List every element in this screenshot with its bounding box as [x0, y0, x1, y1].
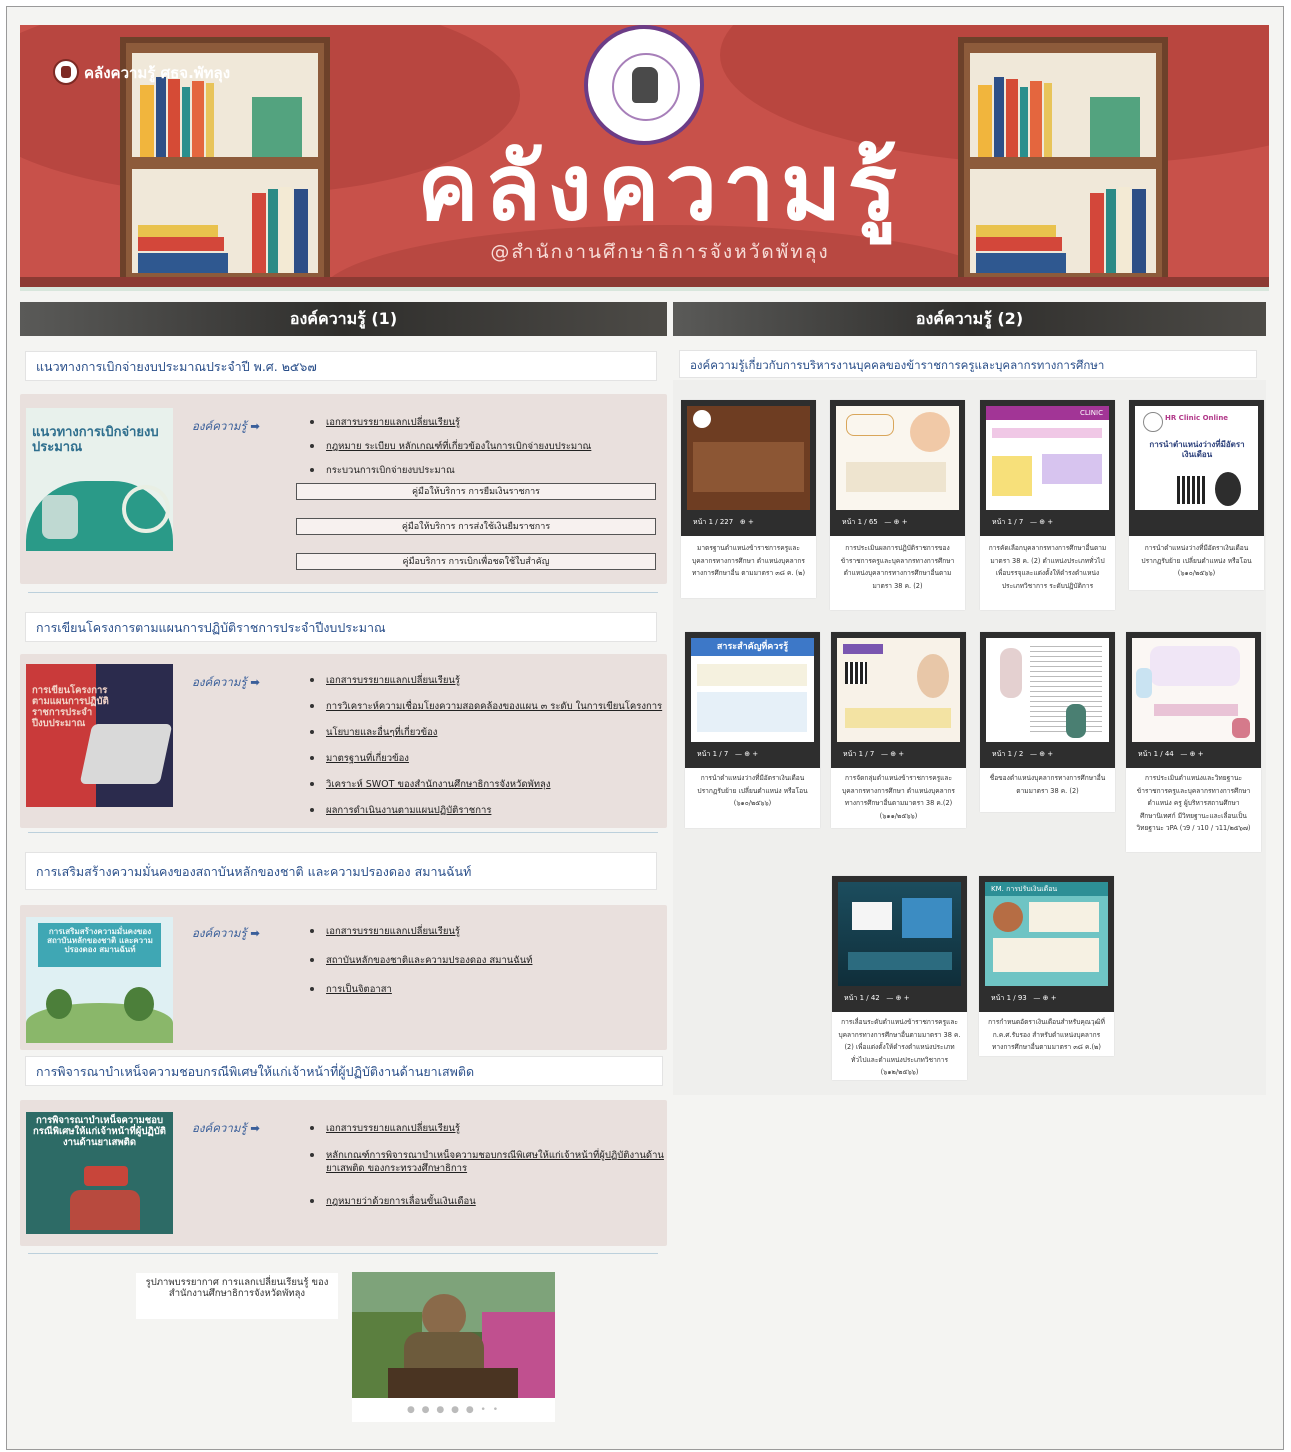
link-institutions-slides[interactable]: เอกสารบรรยายแลกเปลี่ยนเรียนรู้ — [310, 925, 533, 938]
manual-receipt-button[interactable]: คู่มือบริการ การเบิกเพื่อชดใช้ใบสำคัญ — [296, 553, 656, 570]
left-section-header: องค์ความรู้ (1) — [20, 302, 667, 336]
link-drugs-criteria[interactable]: หลักเกณฑ์การพิจารณาบำเหน็จความชอบกรณีพิเ… — [310, 1149, 666, 1175]
topic-panel-drugs: การพิจารณาบำเหน็จความชอบกรณีพิเศษให้แก่เ… — [20, 1100, 667, 1246]
pdf-page-indicator: หน้า 1 / 7 — ⊕ + — [697, 750, 759, 758]
document-card[interactable]: หน้า 1 / 227 ⊕ + มาตรฐานตำแหน่งข้าราชการ… — [681, 400, 816, 598]
budget-thumbnail[interactable]: แนวทางการเบิกจ่ายงบประมาณ — [26, 408, 173, 551]
ministry-seal-icon — [584, 25, 704, 145]
topic-title-budget: แนวทางการเบิกจ่ายงบประมาณประจำปี พ.ศ. ๒๕… — [25, 351, 657, 381]
document-card[interactable]: หน้า 1 / 2 — ⊕ + ชื่อของตำแหน่งบุคลากรทา… — [980, 632, 1115, 812]
divider — [28, 832, 658, 833]
topic-panel-budget: แนวทางการเบิกจ่ายงบประมาณ องค์ความรู้ ➡ … — [20, 394, 667, 584]
link-salary-law[interactable]: กฎหมายว่าด้วยการเลื่อนขั้นเงินเดือน — [310, 1195, 666, 1208]
institutions-thumbnail[interactable]: การเสริมสร้างความมั่นคงของสถาบันหลักของช… — [26, 917, 173, 1043]
card-caption: การนำตำแหน่งว่างที่มีอัตราเงินเดือนปรากฏ… — [697, 774, 808, 807]
right-topic-title: องค์ความรู้เกี่ยวกับการบริหารงานบุคคลของ… — [679, 350, 1257, 378]
banner-title: คลังความรู้ — [417, 134, 903, 241]
card-caption: มาตรฐานตำแหน่งข้าราชการครูและบุคลากรทางก… — [691, 544, 806, 577]
card-caption: การเลื่อนระดับตำแหน่งข้าราชการครูและบุคล… — [838, 1018, 961, 1076]
document-card[interactable]: KM. การปรับเงินเดือน หน้า 1 / 93 — ⊕ + ก… — [979, 876, 1114, 1056]
header-banner: คลังความรู้ ศธจ.พัทลุง คลังความรู้ @สำนั… — [20, 25, 1269, 287]
link-budget-regulations[interactable]: กฎหมาย ระเบียบ หลักเกณฑ์ที่เกี่ยวข้องในก… — [310, 440, 591, 453]
document-card[interactable]: หน้า 1 / 44 — ⊕ + การประเมินตำแหน่งและวิ… — [1126, 632, 1261, 852]
right-section-header: องค์ความรู้ (2) — [673, 302, 1266, 336]
pdf-page-indicator: หน้า 1 / 2 — ⊕ + — [992, 750, 1054, 758]
card-caption: การนำตำแหน่งว่างที่มีอัตราเงินเดือนปรากฏ… — [1141, 544, 1252, 577]
project-link-list: เอกสารบรรยายแลกเปลี่ยนเรียนรู้ การวิเครา… — [310, 674, 662, 817]
pdf-page-indicator: หน้า 1 / 7 — ⊕ + — [843, 750, 905, 758]
institutions-link-list: เอกสารบรรยายแลกเปลี่ยนเรียนรู้ สถาบันหลั… — [310, 925, 533, 996]
pdf-page-indicator: หน้า 1 / 93 — ⊕ + — [991, 994, 1057, 1002]
site-logo-icon[interactable] — [53, 59, 79, 85]
link-budget-slides[interactable]: เอกสารบรรยายแลกเปลี่ยนเรียนรู้ — [310, 416, 591, 429]
km-label: องค์ความรู้ ➡ — [192, 419, 260, 433]
card-caption: การคัดเลือกบุคลากรทางการศึกษาอื่นตามมาตร… — [988, 544, 1107, 590]
link-project-policy[interactable]: นโยบายและอื่นๆที่เกี่ยวข้อง — [310, 726, 662, 739]
km-label: องค์ความรู้ ➡ — [192, 675, 260, 689]
site-name-link[interactable]: คลังความรู้ ศธจ.พัทลุง — [84, 61, 230, 85]
topic-panel-institutions: การเสริมสร้างความมั่นคงของสถาบันหลักของช… — [20, 905, 667, 1050]
card-caption: การประเมินผลการปฏิบัติราชการของข้าราชการ… — [840, 544, 955, 590]
document-card[interactable]: HR Clinic Online การนำตำแหน่งว่างที่มีอั… — [1129, 400, 1264, 590]
card-caption: การจัดกลุ่มตำแหน่งข้าราชการครูและบุคลากร… — [842, 774, 955, 820]
pdf-page-indicator: หน้า 1 / 42 — ⊕ + — [844, 994, 910, 1002]
manual-loan-button[interactable]: คู่มือให้บริการ การยืมเงินราชการ — [296, 483, 656, 500]
gallery-label: รูปภาพบรรยากาศ การแลกเปลี่ยนเรียนรู้ ของ… — [136, 1273, 338, 1319]
link-drugs-slides[interactable]: เอกสารบรรยายแลกเปลี่ยนเรียนรู้ — [310, 1122, 666, 1135]
banner-divider — [20, 287, 1269, 291]
project-thumbnail[interactable]: การเขียนโครงการ ตามแผนการปฏิบัติราชการปร… — [26, 664, 173, 807]
document-card[interactable]: หน้า 1 / 42 — ⊕ + การเลื่อนระดับตำแหน่งข… — [832, 876, 967, 1080]
topic-title-institutions: การเสริมสร้างความมั่นคงของสถาบันหลักของช… — [25, 852, 657, 890]
divider — [28, 1253, 658, 1254]
link-project-slides[interactable]: เอกสารบรรยายแลกเปลี่ยนเรียนรู้ — [310, 674, 662, 687]
budget-process-label: กระบวนการเบิกจ่ายงบประมาณ — [310, 464, 591, 477]
document-card[interactable]: หน้า 1 / 7 — ⊕ + การจัดกลุ่มตำแหน่งข้ารา… — [831, 632, 966, 828]
link-project-results[interactable]: ผลการดำเนินงานตามแผนปฏิบัติราชการ — [310, 804, 662, 817]
link-project-swot[interactable]: วิเคราะห์ SWOT ของสำนักงานศึกษาธิการจังห… — [310, 778, 662, 791]
pdf-page-indicator: หน้า 1 / 227 ⊕ + — [693, 518, 754, 526]
link-project-standards[interactable]: มาตรฐานที่เกี่ยวข้อง — [310, 752, 662, 765]
gallery-photo[interactable] — [352, 1272, 555, 1398]
topic-title-project: การเขียนโครงการตามแผนการปฏิบัติราชการประ… — [25, 612, 657, 642]
banner-subtitle: @สำนักงานศึกษาธิการจังหวัดพัทลุง — [490, 241, 830, 263]
link-institutions-reconciliation[interactable]: สถาบันหลักของชาติและความปรองดอง สมานฉันท… — [310, 954, 533, 967]
link-project-analysis[interactable]: การวิเคราะห์ความเชื่อมโยงความสอดคล้องของ… — [310, 700, 662, 713]
card-caption: ชื่อของตำแหน่งบุคลากรทางการศึกษาอื่นตามม… — [989, 774, 1106, 795]
budget-link-list: เอกสารบรรยายแลกเปลี่ยนเรียนรู้ กฎหมาย ระ… — [310, 416, 591, 477]
drugs-link-list: เอกสารบรรยายแลกเปลี่ยนเรียนรู้ หลักเกณฑ์… — [310, 1122, 666, 1208]
card-caption: การกำหนดอัตราเงินเดือนสำหรับคุณวุฒิที่ ก… — [988, 1018, 1105, 1051]
km-label: องค์ความรู้ ➡ — [192, 1121, 260, 1135]
km-label: องค์ความรู้ ➡ — [192, 926, 260, 940]
link-volunteer[interactable]: การเป็นจิตอาสา — [310, 983, 533, 996]
pdf-page-indicator: หน้า 1 / 7 — ⊕ + — [992, 518, 1054, 526]
topic-title-drugs: การพิจารณาบำเหน็จความชอบกรณีพิเศษให้แก่เ… — [25, 1056, 663, 1086]
bookshelf-right-illustration — [958, 37, 1168, 287]
gallery-pagination-dots[interactable]: ● ● ● ● ● • • — [352, 1398, 555, 1422]
divider — [28, 592, 658, 593]
drugs-thumbnail[interactable]: การพิจารณาบำเหน็จความชอบกรณีพิเศษให้แก่เ… — [26, 1112, 173, 1234]
manual-loan-repay-button[interactable]: คู่มือให้บริการ การส่งใช้เงินยืมราชการ — [296, 518, 656, 535]
card-caption: การประเมินตำแหน่งและวิทยฐานะข้าราชการครู… — [1136, 774, 1251, 832]
pdf-page-indicator: หน้า 1 / 44 — ⊕ + — [1138, 750, 1204, 758]
document-card[interactable]: CLINIC หน้า 1 / 7 — ⊕ + การคัดเลือกบุคลา… — [980, 400, 1115, 610]
pdf-page-indicator: หน้า 1 / 65 — ⊕ + — [842, 518, 908, 526]
document-card[interactable]: สาระสำคัญที่ควรรู้ หน้า 1 / 7 — ⊕ + การน… — [685, 632, 820, 828]
document-card[interactable]: หน้า 1 / 65 — ⊕ + การประเมินผลการปฏิบัติ… — [830, 400, 965, 610]
topic-panel-project: การเขียนโครงการ ตามแผนการปฏิบัติราชการปร… — [20, 654, 667, 828]
